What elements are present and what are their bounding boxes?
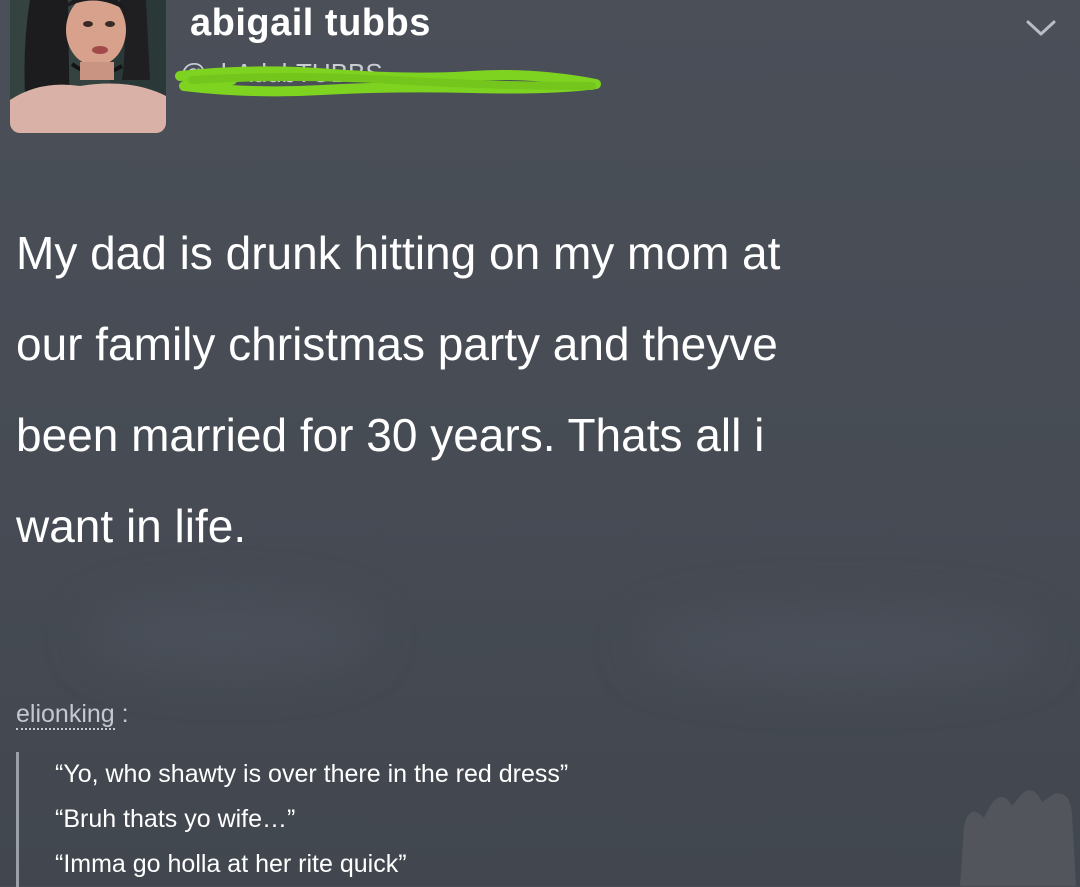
post-card: abigail tubbs @ohAdubTUBBS My dad is dru…: [0, 0, 1080, 887]
background-blur: [640, 610, 1040, 680]
reply-username[interactable]: elionking: [16, 700, 115, 730]
background-blur: [90, 600, 370, 670]
quote-line: “Imma go holla at her rite quick”: [55, 850, 407, 878]
hand-shadow: [960, 790, 1076, 886]
reply-author[interactable]: elionking :: [16, 700, 129, 730]
post-body: My dad is drunk hitting on my mom at our…: [16, 227, 781, 552]
quote-line: “Yo, who shawty is over there in the red…: [55, 760, 569, 788]
reply-quote: “Yo, who shawty is over there in the red…: [16, 752, 755, 887]
chevron-down-icon[interactable]: [1020, 10, 1062, 46]
censor-scribble: [175, 66, 601, 97]
quote-line: “Bruh thats yo wife…”: [55, 805, 296, 833]
avatar-image: [10, 0, 166, 133]
reply-separator: :: [114, 700, 129, 728]
display-name[interactable]: abigail tubbs: [190, 2, 431, 45]
avatar[interactable]: [10, 0, 166, 133]
